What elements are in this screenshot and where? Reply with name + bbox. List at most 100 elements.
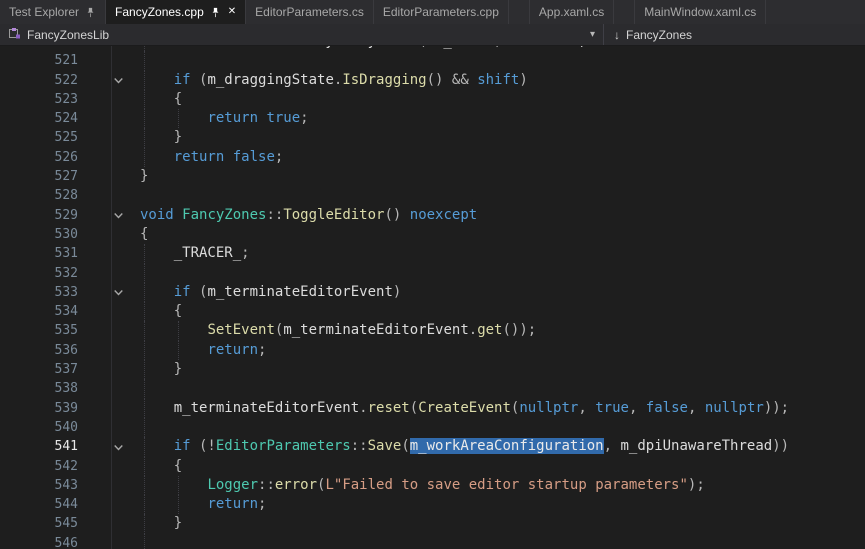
code-text: return;: [140, 495, 266, 514]
code-line[interactable]: 530 {: [0, 225, 865, 244]
line-number[interactable]: 528: [0, 186, 78, 205]
chevron-down-icon[interactable]: ▾: [590, 29, 595, 40]
fold-arrow-icon[interactable]: [112, 441, 125, 454]
line-number[interactable]: 531: [0, 244, 78, 263]
code-line[interactable]: 544 return;: [0, 495, 865, 514]
line-number[interactable]: 534: [0, 302, 78, 321]
member-dropdown[interactable]: ↓ FancyZones: [604, 24, 702, 45]
line-number[interactable]: 542: [0, 457, 78, 476]
line-number[interactable]: 544: [0, 495, 78, 514]
code-editor[interactable]: 520 bool shift = GetAsyncKeyState(VK_SHI…: [0, 46, 865, 549]
navigation-bar: FancyZonesLib ▾ ↓ FancyZones: [0, 24, 865, 46]
member-dropdown-label: FancyZones: [626, 28, 692, 42]
code-text: m_terminateEditorEvent.reset(CreateEvent…: [140, 399, 789, 418]
tab-editorparameters-cs[interactable]: EditorParameters.cs: [246, 0, 374, 24]
code-line[interactable]: 541 if (!EditorParameters::Save(m_workAr…: [0, 437, 865, 456]
line-number[interactable]: 532: [0, 264, 78, 283]
project-icon: [8, 27, 21, 43]
code-text: {: [140, 302, 182, 321]
indent-guide: [144, 534, 145, 549]
code-text: if (!EditorParameters::Save(m_workAreaCo…: [140, 437, 789, 456]
code-line[interactable]: 536 return;: [0, 341, 865, 360]
code-line[interactable]: 526 return false;: [0, 148, 865, 167]
tab-label: Test Explorer: [9, 5, 79, 19]
pin-icon[interactable]: [210, 7, 221, 18]
code-line[interactable]: 542 {: [0, 457, 865, 476]
code-line[interactable]: 543 Logger::error(L"Failed to save edito…: [0, 476, 865, 495]
line-number[interactable]: 529: [0, 206, 78, 225]
line-number[interactable]: 523: [0, 90, 78, 109]
code-line[interactable]: 523 {: [0, 90, 865, 109]
line-number[interactable]: 527: [0, 167, 78, 186]
line-number[interactable]: 540: [0, 418, 78, 437]
code-lines: 520 bool shift = GetAsyncKeyState(VK_SHI…: [0, 46, 865, 549]
code-text: return;: [140, 341, 266, 360]
code-text: if (m_terminateEditorEvent): [140, 283, 401, 302]
line-number[interactable]: 543: [0, 476, 78, 495]
line-number[interactable]: 535: [0, 321, 78, 340]
code-line[interactable]: 545 }: [0, 514, 865, 533]
code-text: return false;: [140, 148, 283, 167]
tab-mainwindow-xaml-cs[interactable]: MainWindow.xaml.cs: [634, 0, 766, 24]
code-line[interactable]: 525 }: [0, 128, 865, 147]
line-number[interactable]: 526: [0, 148, 78, 167]
code-line[interactable]: 535 SetEvent(m_terminateEditorEvent.get(…: [0, 321, 865, 340]
tab-test-explorer[interactable]: Test Explorer: [0, 0, 106, 24]
line-number[interactable]: 537: [0, 360, 78, 379]
code-text: return true;: [140, 109, 309, 128]
code-line[interactable]: 540: [0, 418, 865, 437]
code-line[interactable]: 524 return true;: [0, 109, 865, 128]
tab-editorparameters-cpp[interactable]: EditorParameters.cpp: [374, 0, 509, 24]
indent-guide: [144, 379, 145, 398]
tab-label: EditorParameters.cs: [255, 5, 364, 19]
line-number[interactable]: 539: [0, 399, 78, 418]
close-icon[interactable]: ✕: [228, 7, 236, 17]
line-number[interactable]: 536: [0, 341, 78, 360]
code-text: }: [140, 128, 182, 147]
down-arrow-icon: ↓: [614, 28, 620, 42]
code-text: }: [140, 360, 182, 379]
code-line[interactable]: 533 if (m_terminateEditorEvent): [0, 283, 865, 302]
line-number[interactable]: 545: [0, 514, 78, 533]
tab-label: EditorParameters.cpp: [383, 5, 499, 19]
code-line[interactable]: 546: [0, 534, 865, 549]
line-number[interactable]: 533: [0, 283, 78, 302]
code-line[interactable]: 521: [0, 51, 865, 70]
code-line[interactable]: 529 void FancyZones::ToggleEditor() noexc…: [0, 206, 865, 225]
line-number[interactable]: 546: [0, 534, 78, 549]
line-number[interactable]: 521: [0, 51, 78, 70]
code-line[interactable]: 528: [0, 186, 865, 205]
code-line[interactable]: 538: [0, 379, 865, 398]
line-number[interactable]: 541: [0, 437, 78, 456]
code-text: {: [140, 225, 148, 244]
code-text: {: [140, 90, 182, 109]
code-text: }: [140, 167, 148, 186]
line-number[interactable]: 524: [0, 109, 78, 128]
code-line[interactable]: 537 }: [0, 360, 865, 379]
line-number[interactable]: 530: [0, 225, 78, 244]
tab-app-xaml-cs[interactable]: App.xaml.cs: [529, 0, 614, 24]
project-dropdown[interactable]: FancyZonesLib ▾: [0, 24, 604, 45]
indent-guide: [144, 418, 145, 437]
line-number[interactable]: 538: [0, 379, 78, 398]
line-number[interactable]: 525: [0, 128, 78, 147]
code-line[interactable]: 522 if (m_draggingState.IsDragging() && …: [0, 71, 865, 90]
code-text: Logger::error(L"Failed to save editor st…: [140, 476, 705, 495]
code-line[interactable]: 527}: [0, 167, 865, 186]
fold-arrow-icon[interactable]: [112, 209, 125, 222]
fold-arrow-icon[interactable]: [112, 286, 125, 299]
fold-arrow-icon[interactable]: [112, 74, 125, 87]
tab-fancyzones-cpp[interactable]: FancyZones.cpp✕: [106, 0, 246, 24]
code-line[interactable]: 534 {: [0, 302, 865, 321]
code-text: SetEvent(m_terminateEditorEvent.get());: [140, 321, 536, 340]
pin-icon[interactable]: [85, 7, 96, 18]
code-line[interactable]: 531 _TRACER_;: [0, 244, 865, 263]
line-number[interactable]: 522: [0, 71, 78, 90]
code-line[interactable]: 532: [0, 264, 865, 283]
indent-guide: [144, 264, 145, 283]
code-line[interactable]: 539 m_terminateEditorEvent.reset(CreateE…: [0, 399, 865, 418]
code-text: }: [140, 514, 182, 533]
code-text: void FancyZones::ToggleEditor() noexcept: [140, 206, 477, 225]
code-text: if (m_draggingState.IsDragging() && shif…: [140, 71, 528, 90]
code-text: _TRACER_;: [140, 244, 250, 263]
